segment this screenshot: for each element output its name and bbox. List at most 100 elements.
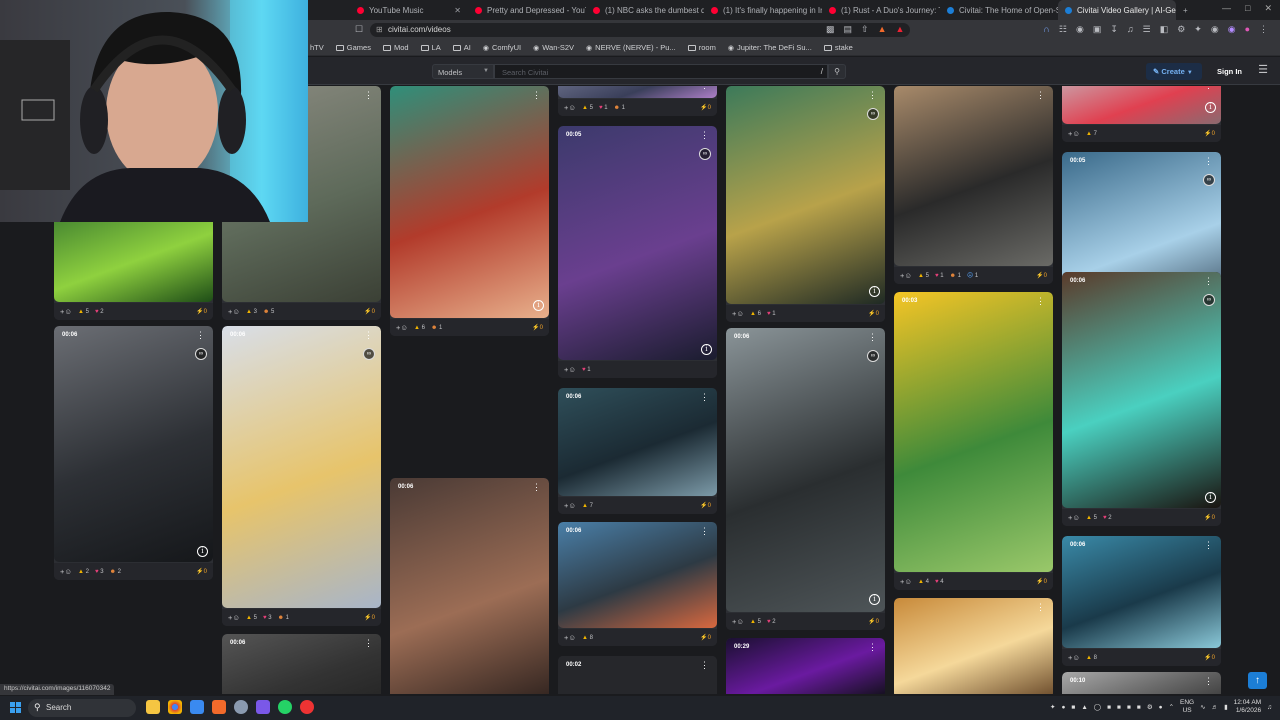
info-icon[interactable]: i [197,546,208,557]
taskbar-search[interactable]: ⚲ Search [28,699,136,717]
more-options-icon[interactable]: ⋮ [1036,602,1045,613]
heart-reaction[interactable]: ♥ 1 [767,311,776,317]
windows-start-icon[interactable] [10,702,21,713]
sidebar-icon[interactable]: ◧ [1160,24,1169,35]
video-card[interactable]: 00:10 ⋮ [1062,672,1221,694]
video-thumbnail[interactable] [54,326,213,562]
heart-reaction[interactable]: ♥ 2 [95,309,104,315]
reader-icon[interactable]: ▤ [844,24,853,35]
bookmark-item[interactable]: stake [823,43,853,52]
add-reaction-icon[interactable]: +☺ [1068,653,1080,662]
add-reaction-icon[interactable]: +☺ [60,567,72,576]
video-card[interactable]: 00:06 ⋮ ∞ +☺ ▲ 5 ♥ 3 ☻ 1 ⚡0 [222,326,381,626]
tray-icon-2[interactable]: ● [1061,704,1065,711]
more-options-icon[interactable]: ⋮ [1204,276,1213,287]
tray-icon-3[interactable]: ■ [1071,704,1075,711]
buzz-tip[interactable]: ⚡0 [532,324,543,331]
video-card[interactable]: 00:06 ⋮ ∞ i +☺ ▲ 5 ♥ 2 ⚡0 [1062,272,1221,526]
whatsapp-icon[interactable] [278,700,292,714]
tray-icon-4[interactable]: ▲ [1081,704,1087,711]
more-options-icon[interactable]: ⋮ [1204,156,1213,167]
like-reaction[interactable]: ▲ 5 [1086,515,1097,521]
chrome-icon[interactable] [168,700,182,714]
buzz-tip[interactable]: ⚡0 [364,614,375,621]
video-thumbnail[interactable] [894,292,1053,572]
info-icon[interactable]: i [533,300,544,311]
remix-link-icon[interactable]: ∞ [867,108,879,120]
like-reaction[interactable]: ▲ 5 [582,105,593,111]
tray-icon-1[interactable]: ✦ [1050,703,1055,711]
more-options-icon[interactable]: ⋮ [700,130,709,141]
add-reaction-icon[interactable]: +☺ [60,307,72,316]
more-options-icon[interactable]: ⋮ [1036,296,1045,307]
video-thumbnail[interactable] [558,656,717,694]
remix-link-icon[interactable]: ∞ [867,350,879,362]
heart-reaction[interactable]: ♥ 2 [1103,515,1112,521]
minimize-icon[interactable]: — [1222,3,1231,14]
volume-icon[interactable]: ♬ [1212,704,1219,711]
search-input[interactable]: Search Civitai / [494,64,828,79]
add-reaction-icon[interactable]: +☺ [564,365,576,374]
bookmark-icon[interactable]: ☐ [355,24,363,35]
tray-icon-7[interactable]: ■ [1117,704,1121,711]
video-card[interactable]: ⋮ +☺ ▲ 5 ♥ 1 ☻ 1 ☹ 1 ⚡0 [894,86,1053,284]
scroll-to-top-button[interactable]: ↑ [1248,672,1267,689]
remix-link-icon[interactable]: ∞ [1203,174,1215,186]
tray-icon-9[interactable]: ■ [1137,704,1141,711]
heart-reaction[interactable]: ♥ 1 [582,367,591,373]
video-thumbnail[interactable] [1062,672,1221,694]
sign-in-button[interactable]: Sign In [1210,63,1250,80]
more-options-icon[interactable]: ⋮ [364,330,373,341]
browser-tab[interactable]: Civitai: The Home of Open-Source✕ [940,0,1058,20]
video-thumbnail[interactable] [222,326,381,608]
more-options-icon[interactable]: ⋮ [532,90,541,101]
remix-link-icon[interactable]: ∞ [195,348,207,360]
more-options-icon[interactable]: ⋮ [700,86,709,91]
remix-link-icon[interactable]: ∞ [363,348,375,360]
browser-tab[interactable]: (1) It's finally happening in Iran... -✕ [704,0,822,20]
video-card[interactable]: 00:03 ⋮ +☺ ▲ 4 ♥ 4 ⚡0 [894,292,1053,590]
add-reaction-icon[interactable]: +☺ [396,323,408,332]
buzz-tip[interactable]: ⚡0 [196,568,207,575]
create-button[interactable]: ✎ Create ▼ [1146,63,1202,80]
video-card[interactable]: ⋮+☺▲ 5♥ 2⚡0 [54,206,213,320]
extension-icon-6[interactable]: ✦ [1194,24,1202,35]
browser-tab[interactable]: (1) NBC asks the dumbest questio✕ [586,0,704,20]
extension-icon-3[interactable]: ◉ [1076,24,1084,35]
notification-bell-icon[interactable]: ♫ [1267,704,1272,711]
laugh-reaction[interactable]: ☻ 1 [278,615,289,621]
video-thumbnail[interactable] [894,86,1053,266]
share-icon[interactable]: ⇧ [861,24,869,35]
heart-reaction[interactable]: ♥ 3 [263,615,272,621]
add-reaction-icon[interactable]: +☺ [564,103,576,112]
remix-link-icon[interactable]: ∞ [1203,294,1215,306]
bookmark-item[interactable]: ◉ NERVE (NERVE) - Pu... [586,43,676,52]
maximize-icon[interactable]: □ [1245,3,1250,14]
buzz-tip[interactable]: ⚡0 [1036,578,1047,585]
download-icon[interactable]: ↧ [1110,24,1118,35]
info-icon[interactable]: i [869,594,880,605]
brave-icon[interactable] [212,700,226,714]
laugh-reaction[interactable]: ☻ 1 [614,105,625,111]
bookmark-item[interactable]: Games [335,43,371,52]
more-options-icon[interactable]: ⋮ [700,392,709,403]
add-reaction-icon[interactable]: +☺ [732,309,744,318]
like-reaction[interactable]: ▲ 2 [78,569,89,575]
add-reaction-icon[interactable]: +☺ [900,271,912,280]
more-options-icon[interactable]: ⋮ [700,526,709,537]
more-options-icon[interactable]: ⋮ [196,330,205,341]
laugh-reaction[interactable]: ☻ 2 [110,569,121,575]
video-card[interactable]: ⋮ [894,598,1053,694]
browser-menu-icon[interactable]: ⋮ [1259,24,1268,35]
add-reaction-icon[interactable]: +☺ [1068,129,1080,138]
bookmark-item[interactable]: ◉ Wan-S2V [533,43,574,52]
app-icon-purple[interactable] [256,700,270,714]
buzz-tip[interactable]: ⚡0 [868,618,879,625]
video-thumbnail[interactable] [1062,86,1221,124]
like-reaction[interactable]: ▲ 3 [246,309,257,315]
video-card[interactable]: 00:02 ⋮ [558,656,717,694]
like-reaction[interactable]: ▲ 8 [1086,655,1097,661]
video-thumbnail[interactable] [726,86,885,304]
cry-reaction[interactable]: ☹ 1 [967,272,978,279]
video-thumbnail[interactable] [390,86,549,318]
